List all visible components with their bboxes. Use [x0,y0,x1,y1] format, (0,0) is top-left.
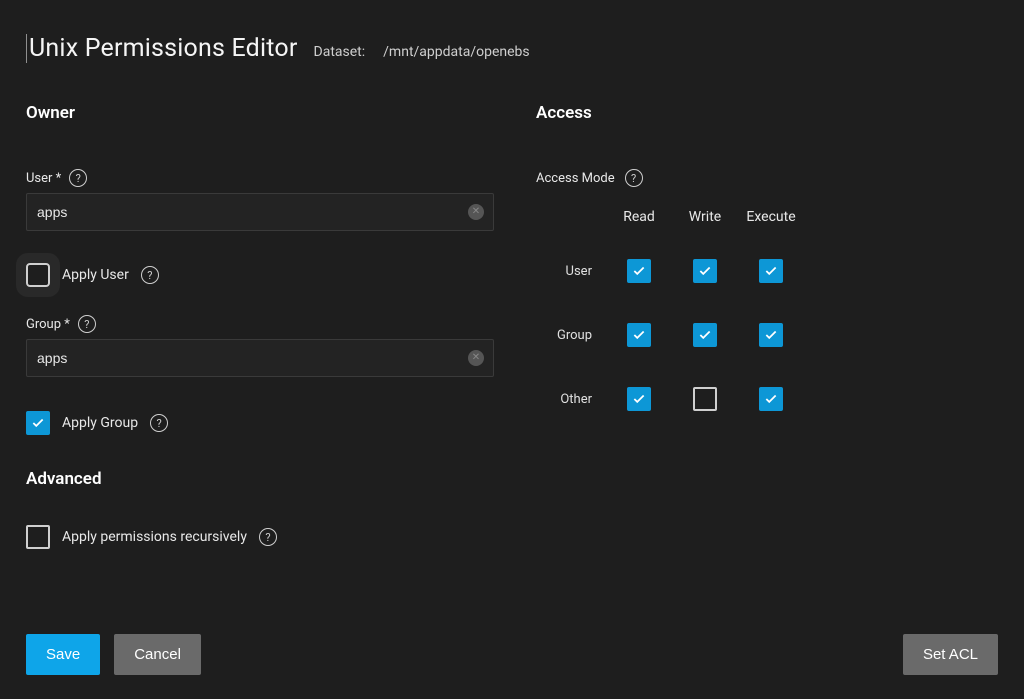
user-label: User * [26,171,61,186]
access-mode-label: Access Mode [536,171,615,186]
row-group-label: Group [536,328,606,343]
group-label: Group * [26,317,70,332]
cancel-button[interactable]: Cancel [114,634,201,675]
dataset-label: Dataset: [314,44,366,60]
perm-group-read[interactable] [627,323,651,347]
perm-group-execute[interactable] [759,323,783,347]
clear-icon[interactable]: ✕ [468,350,484,366]
col-execute-header: Execute [738,209,804,225]
owner-section-title: Owner [26,103,496,123]
apply-group-label: Apply Group [62,415,138,431]
col-write-header: Write [672,209,738,225]
perm-other-execute[interactable] [759,387,783,411]
perm-user-execute[interactable] [759,259,783,283]
perm-group-write[interactable] [693,323,717,347]
save-button[interactable]: Save [26,634,100,675]
perm-other-write[interactable] [693,387,717,411]
dataset-path: /mnt/appdata/openebs [383,44,529,60]
apply-user-label: Apply User [62,267,129,283]
recursive-checkbox[interactable] [26,525,50,549]
row-other-label: Other [536,392,606,407]
recursive-label: Apply permissions recursively [62,529,247,545]
perm-other-read[interactable] [627,387,651,411]
row-user-label: User [536,264,606,279]
access-section-title: Access [536,103,976,123]
clear-icon[interactable]: ✕ [468,204,484,220]
col-read-header: Read [606,209,672,225]
set-acl-button[interactable]: Set ACL [903,634,998,675]
advanced-section-title: Advanced [26,469,496,489]
apply-group-checkbox[interactable] [26,411,50,435]
help-icon[interactable]: ? [150,414,168,432]
page-title: Unix Permissions Editor [26,34,298,63]
help-icon[interactable]: ? [78,315,96,333]
help-icon[interactable]: ? [259,528,277,546]
group-input[interactable] [26,339,494,377]
perm-user-write[interactable] [693,259,717,283]
help-icon[interactable]: ? [141,266,159,284]
help-icon[interactable]: ? [69,169,87,187]
apply-user-checkbox[interactable] [26,263,50,287]
help-icon[interactable]: ? [625,169,643,187]
perm-user-read[interactable] [627,259,651,283]
user-input[interactable] [26,193,494,231]
